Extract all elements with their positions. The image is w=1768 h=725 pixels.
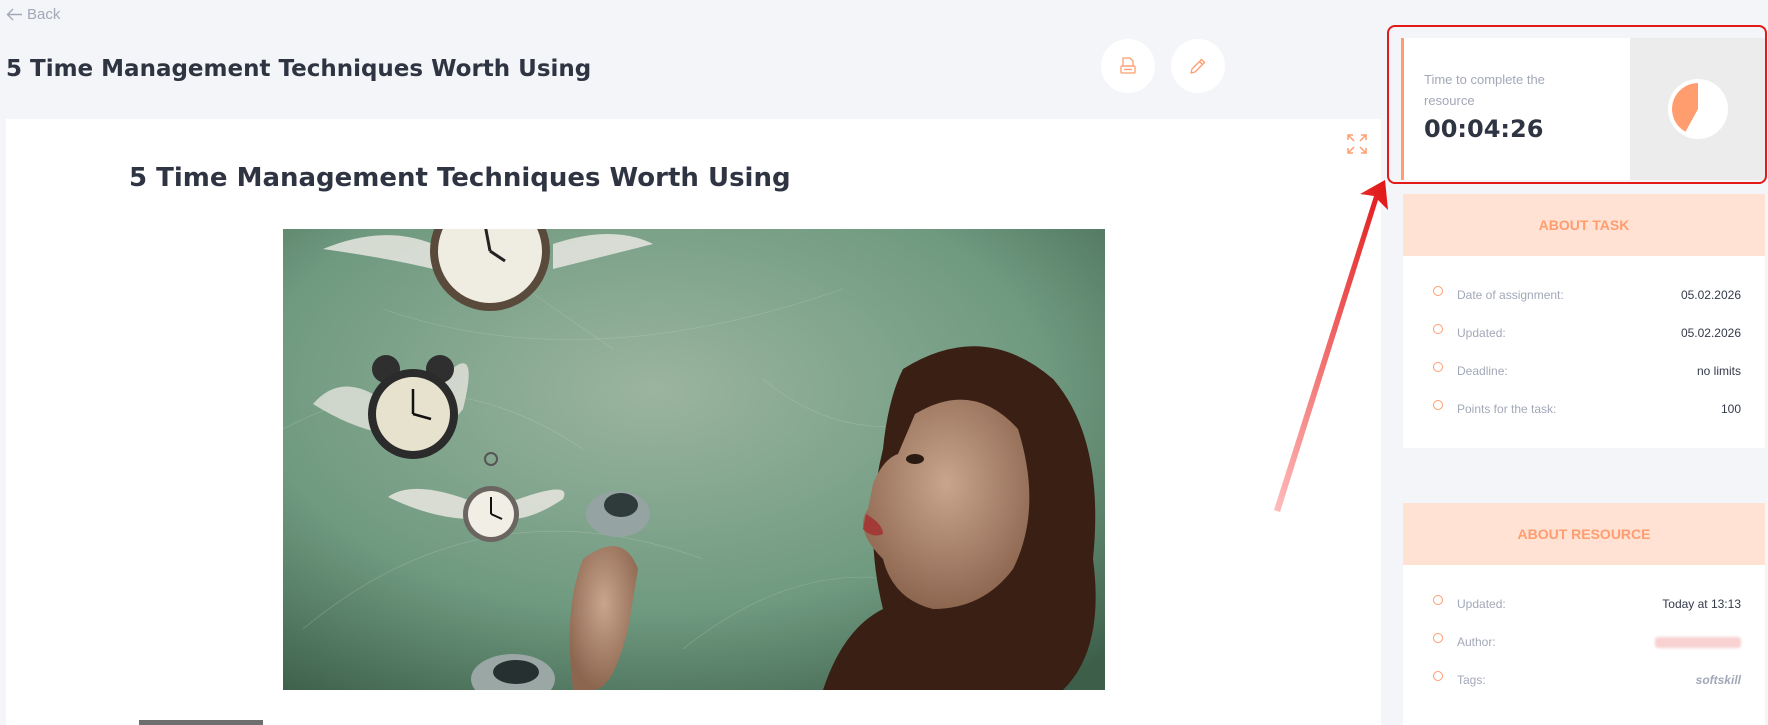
info-label: Date of assignment: (1457, 288, 1564, 302)
back-label: Back (27, 6, 61, 23)
info-label: Author: (1457, 635, 1496, 649)
bullet-icon (1433, 286, 1443, 296)
progress-pie (1668, 79, 1728, 139)
timer-progress-chart (1630, 38, 1766, 180)
info-value: 05.02.2026 (1680, 288, 1741, 302)
pencil-icon (1190, 58, 1206, 74)
bullet-icon (1433, 671, 1443, 681)
timer-card: Time to complete the resource 00:04:26 (1401, 38, 1766, 180)
timer-label: Time to complete the resource (1424, 72, 1545, 108)
info-value: 05.02.2026 (1680, 326, 1741, 340)
bullet-icon (1433, 595, 1443, 605)
info-label: Updated: (1457, 326, 1506, 340)
expand-icon (1347, 134, 1367, 154)
expand-button[interactable] (1345, 132, 1369, 156)
author-name-redacted[interactable] (1655, 636, 1741, 648)
task-info-row: Deadline: no limits (1403, 352, 1765, 390)
back-link[interactable]: Back (6, 6, 60, 23)
article-illustration (283, 229, 1105, 690)
info-value: no limits (1696, 364, 1741, 378)
info-value: 100 (1720, 402, 1741, 416)
print-button[interactable] (1101, 39, 1155, 93)
resource-info-row: Tags: softskill (1403, 661, 1765, 699)
caption-bar (139, 720, 263, 725)
edit-button[interactable] (1171, 39, 1225, 93)
task-info-row: Updated: 05.02.2026 (1403, 314, 1765, 352)
bullet-icon (1433, 362, 1443, 372)
about-task-header: ABOUT TASK (1403, 194, 1765, 256)
task-info-row: Points for the task: 100 (1403, 390, 1765, 428)
article-title: 5 Time Management Techniques Worth Using (129, 163, 791, 193)
resource-info-row: Author: (1403, 623, 1765, 661)
page-title: 5 Time Management Techniques Worth Using (6, 56, 592, 82)
tag-link[interactable]: softskill (1696, 673, 1741, 687)
bullet-icon (1433, 400, 1443, 410)
task-info-row: Date of assignment: 05.02.2026 (1403, 276, 1765, 314)
bullet-icon (1433, 633, 1443, 643)
article-image (283, 229, 1105, 690)
info-label: Points for the task: (1457, 402, 1557, 416)
resource-info-row: Updated: Today at 13:13 (1403, 585, 1765, 623)
bullet-icon (1433, 324, 1443, 334)
about-task-panel: Date of assignment: 05.02.2026 Updated: … (1403, 256, 1765, 448)
info-label: Tags: (1457, 673, 1486, 687)
info-label: Deadline: (1457, 364, 1508, 378)
info-label: Updated: (1457, 597, 1506, 611)
arrow-left-icon (6, 8, 22, 21)
info-value: Today at 13:13 (1662, 597, 1741, 611)
content-card: 5 Time Management Techniques Worth Using (6, 119, 1381, 725)
about-resource-panel: Updated: Today at 13:13 Author: Tags: so… (1403, 565, 1765, 725)
about-resource-header: ABOUT RESOURCE (1403, 503, 1765, 565)
timer-value: 00:04:26 (1424, 115, 1544, 143)
printer-icon (1120, 57, 1136, 74)
